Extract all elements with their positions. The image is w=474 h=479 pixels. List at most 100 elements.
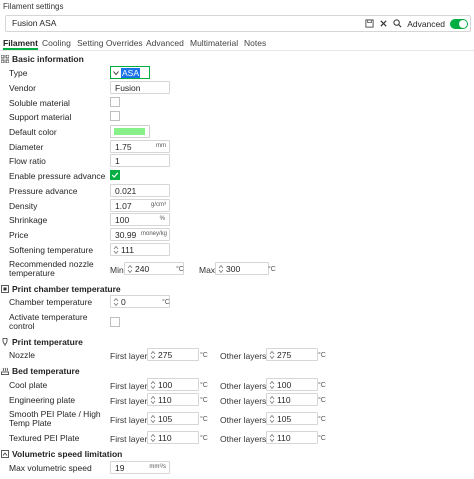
max-label: Max [199,265,216,275]
min-temp-unit: °C [176,266,184,273]
pressure-advance-field[interactable]: 0.021 [110,184,170,197]
softening-temp-field[interactable]: 111 [110,243,170,256]
eng-first-layer-field[interactable]: 110 [147,393,199,406]
density-field[interactable]: 1.07 g/cm³ [110,199,170,212]
pei-other-layers-field[interactable]: 105 [266,412,318,425]
spin-arrows-icon [113,245,119,255]
density-value: 1.07 [115,201,132,211]
flow-ratio-value: 1 [115,156,120,166]
shrinkage-label: Shrinkage [9,215,48,225]
section-volumetric-speed: Volumetric speed limitation [1,448,122,459]
diameter-value: 1.75 [115,142,132,152]
cool-other-layers-field[interactable]: 100 [266,378,318,391]
spin-arrows-icon [269,350,275,360]
cool-other-layers-value: 100 [277,380,292,390]
section-print-temperature: Print temperature [1,336,83,347]
vendor-label: Vendor [9,83,36,93]
nozzle-other-layers-value: 275 [277,350,292,360]
tex-other-unit: °C [318,435,326,442]
tab-filament[interactable]: Filament [3,38,38,50]
cool-first-layer-value: 100 [158,380,173,390]
nozzle-first-unit: °C [200,352,208,359]
min-temp-value: 240 [135,264,150,274]
max-temp-field[interactable]: 300 [215,262,269,275]
pei-other-layers-value: 105 [277,414,292,424]
window-title: Filament settings [0,0,474,14]
default-color-label: Default color [9,127,57,137]
other-layers-label: Other layers [220,434,267,444]
advanced-toggle[interactable] [450,18,468,29]
save-icon[interactable] [365,19,374,28]
other-layers-label: Other layers [220,396,267,406]
tab-multimaterial[interactable]: Multimaterial [190,38,238,48]
type-select[interactable]: ASA [110,66,150,79]
min-label: Min [110,265,124,275]
max-volumetric-speed-field[interactable]: 19 mm³/s [110,461,170,474]
preset-selector[interactable]: Fusion ASA Advanced [5,15,471,32]
spin-arrows-icon [150,380,156,390]
price-unit: money/kg [140,231,167,237]
soluble-checkbox[interactable] [110,97,120,107]
cool-plate-label: Cool plate [9,380,48,390]
tab-notes[interactable]: Notes [244,38,266,48]
tab-advanced[interactable]: Advanced [146,38,184,48]
cool-first-layer-field[interactable]: 100 [147,378,199,391]
tab-bar: Filament Cooling Setting Overrides Advan… [0,37,474,51]
enable-pa-checkbox[interactable] [110,170,120,180]
diameter-field[interactable]: 1.75 mm [110,140,170,153]
eng-other-layers-value: 110 [277,395,291,405]
price-field[interactable]: 30.99 money/kg [110,228,170,241]
vendor-field[interactable]: Fusion [110,81,170,94]
min-temp-field[interactable]: 240 [124,262,184,275]
grid-icon [1,54,9,63]
tex-first-layer-value: 110 [158,433,172,443]
spin-arrows-icon [269,414,275,424]
chamber-temp-value: 0 [121,297,126,307]
max-volumetric-speed-label: Max volumetric speed [9,463,92,473]
chamber-temp-label: Chamber temperature [9,297,93,307]
pei-first-layer-field[interactable]: 105 [147,412,199,425]
tex-other-layers-field[interactable]: 110 [266,431,318,444]
close-icon[interactable] [379,19,388,28]
soluble-label: Soluble material [9,98,70,108]
nozzle-other-layers-field[interactable]: 275 [266,348,318,361]
pei-first-unit: °C [200,416,208,423]
chamber-icon [1,284,9,293]
nozzle-first-layer-field[interactable]: 275 [147,348,199,361]
first-layer-label: First layer [110,396,148,406]
flow-ratio-field[interactable]: 1 [110,154,170,167]
checkmark-icon [111,172,119,178]
softening-temp-label: Softening temperature [9,245,94,255]
support-checkbox[interactable] [110,111,120,121]
shrinkage-field[interactable]: 100 % [110,213,170,226]
section-title: Bed temperature [12,365,80,376]
chamber-temp-field[interactable]: 0 [110,295,170,308]
pei-other-unit: °C [318,416,326,423]
eng-other-layers-field[interactable]: 110 [266,393,318,406]
tab-cooling[interactable]: Cooling [42,38,71,48]
advanced-label: Advanced [407,18,445,29]
speed-icon [1,449,9,458]
other-layers-label: Other layers [220,351,267,361]
color-swatch [114,128,145,135]
tab-setting-overrides[interactable]: Setting Overrides [77,38,143,48]
eng-other-unit: °C [318,397,326,404]
activate-temp-label-2: control [9,321,35,331]
first-layer-label: First layer [110,434,148,444]
pressure-advance-label: Pressure advance [9,186,78,196]
price-value: 30.99 [115,230,137,240]
nozzle-first-layer-value: 275 [158,350,173,360]
tex-first-layer-field[interactable]: 110 [147,431,199,444]
softening-temp-value: 111 [121,245,134,255]
max-temp-unit: °C [268,266,276,273]
activate-temp-checkbox[interactable] [110,317,120,327]
spin-arrows-icon [150,350,156,360]
search-icon[interactable] [393,19,402,28]
spin-arrows-icon [269,380,275,390]
shrinkage-value: 100 [115,215,130,225]
spin-arrows-icon [269,395,275,405]
bed-icon [1,367,9,375]
first-layer-label: First layer [110,351,148,361]
spin-arrows-icon [150,433,156,443]
section-title: Print temperature [12,336,83,347]
